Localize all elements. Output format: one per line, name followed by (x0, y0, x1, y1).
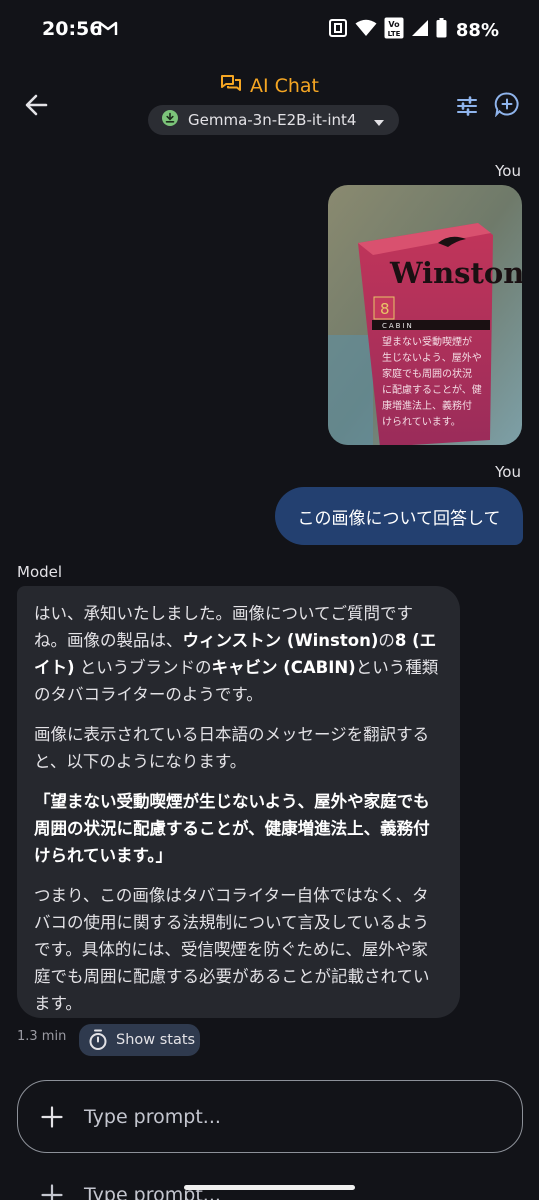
sender-label-you: You (495, 162, 521, 180)
svg-text:Vo: Vo (388, 20, 400, 29)
cigarette-pack-photo: Winston 8 CABIN 望まない受動喫煙が 生じないよう、屋外や 家庭で… (328, 185, 522, 445)
chat-screen: 20:56 Vo LTE 88% AI Chat Gemma-3n-E2B-it… (0, 0, 539, 1200)
pack-warning-line: 家庭でも周囲の状況 (382, 367, 472, 380)
add-icon[interactable] (40, 1105, 64, 1129)
gmail-icon (98, 20, 118, 40)
show-stats-label: Show stats (116, 1032, 196, 1048)
model-text-bold: キャビン (CABIN) (211, 658, 356, 677)
pack-warning-line: 生じないよう、屋外や (382, 351, 482, 364)
show-stats-button[interactable]: Show stats (79, 1024, 200, 1056)
user-image-attachment[interactable]: Winston 8 CABIN 望まない受動喫煙が 生じないよう、屋外や 家庭で… (328, 185, 522, 445)
model-quote: 「望まない受動喫煙が生じないよう、屋外や家庭でも周囲の状況に配慮することが、健康… (34, 792, 430, 865)
wifi-icon (355, 19, 377, 41)
dropdown-caret-icon (374, 111, 385, 130)
pack-number-text: 8 (380, 300, 390, 318)
pack-warning-line: に配慮することが、健 (382, 383, 482, 396)
add-icon (41, 1184, 63, 1200)
tune-icon (457, 96, 477, 116)
model-paragraph: 画像に表示されている日本語のメッセージを翻訳すると、以下のようになります。 (34, 725, 430, 771)
model-paragraph: つまり、この画像はタバコライター自体ではなく、タバコの使用に関する法規制について… (34, 886, 430, 1013)
add-comment-icon (494, 92, 519, 118)
pack-warning-line: 望まない受動喫煙が (382, 335, 472, 348)
chat-bubbles-icon (220, 74, 242, 98)
response-latency: 1.3 min (17, 1029, 67, 1044)
status-icons: Vo LTE 88% (328, 16, 499, 44)
sender-label-you: You (495, 463, 521, 481)
timer-icon (89, 1029, 107, 1050)
app-title-text: AI Chat (249, 75, 320, 97)
ghost-input-row: Type prompt... (40, 1180, 340, 1200)
pack-warning-line: 康増進法上、義務付 (382, 399, 472, 412)
new-chat-button[interactable] (494, 91, 520, 118)
prompt-placeholder: Type prompt... (84, 1105, 221, 1128)
model-text-bold: ウィンストン (Winston) (182, 631, 379, 650)
model-paragraph: はい、承知いたしました。画像についてご質問ですね。画像の製品は、ウィンストン (… (34, 600, 444, 708)
model-text: の (378, 631, 395, 650)
app-bar: AI Chat Gemma-3n-E2B-it-int4 (0, 62, 539, 142)
pack-variant-text: CABIN (382, 322, 414, 330)
model-message-bubble: はい、承知いたしました。画像についてご質問ですね。画像の製品は、ウィンストン (… (17, 586, 460, 1018)
home-indicator[interactable] (184, 1185, 355, 1190)
model-settings-button[interactable] (455, 94, 479, 118)
user-message-bubble: この画像について回答して (275, 487, 523, 545)
pack-brand-text: Winston (389, 256, 522, 290)
status-time: 20:56 (42, 18, 103, 40)
download-done-icon (162, 110, 178, 130)
volte-icon: Vo LTE (384, 17, 404, 43)
battery-percent: 88% (455, 19, 499, 41)
model-text: というブランドの (74, 658, 212, 677)
sender-label-model: Model (17, 563, 63, 581)
svg-text:LTE: LTE (387, 30, 400, 38)
prompt-input[interactable]: Type prompt... (17, 1080, 523, 1153)
model-selector[interactable]: Gemma-3n-E2B-it-int4 (148, 105, 399, 135)
model-name: Gemma-3n-E2B-it-int4 (188, 111, 357, 129)
signal-icon (411, 19, 429, 41)
status-bar: 20:56 Vo LTE 88% (0, 0, 539, 62)
battery-icon (436, 18, 447, 42)
nfc-icon (328, 18, 348, 42)
pack-warning-line: けられています。 (382, 416, 461, 428)
